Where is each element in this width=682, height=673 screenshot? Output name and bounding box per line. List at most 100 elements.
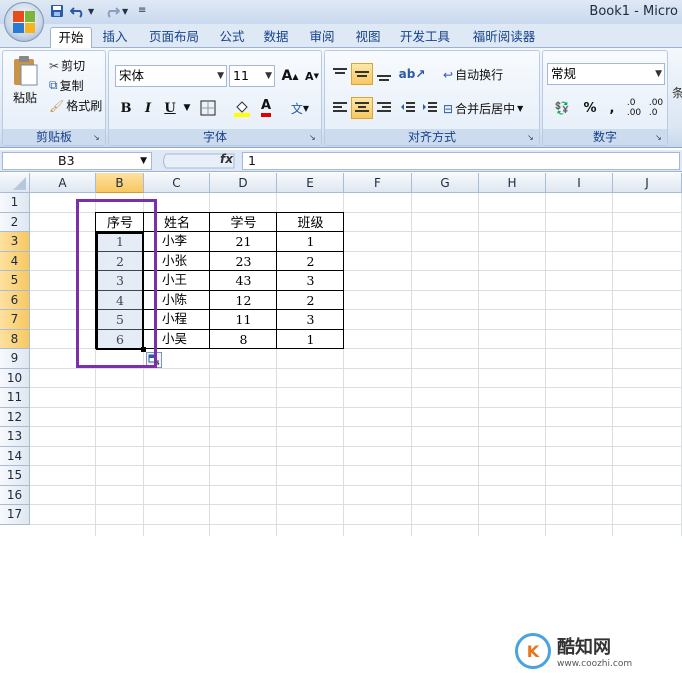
column-header-f[interactable]: F: [344, 173, 412, 193]
table-cell-id[interactable]: 8: [210, 330, 277, 350]
table-cell-class[interactable]: 2: [277, 291, 344, 311]
table-cell-id[interactable]: 43: [210, 271, 277, 291]
underline-dropdown-icon[interactable]: ▼: [181, 97, 193, 119]
row-header-16[interactable]: 16: [0, 485, 30, 505]
border-button[interactable]: [197, 97, 219, 119]
table-cell-class[interactable]: 1: [277, 330, 344, 350]
table-header-class[interactable]: 班级: [277, 213, 344, 233]
column-header-g[interactable]: G: [412, 173, 479, 193]
table-cell-id[interactable]: 23: [210, 252, 277, 272]
decrease-decimal-button[interactable]: .00.0: [645, 97, 667, 119]
format-painter-button[interactable]: 🖌 格式刷: [49, 97, 102, 114]
row-header-4[interactable]: 4: [0, 251, 30, 271]
formula-input[interactable]: 1: [242, 152, 680, 170]
copy-button[interactable]: ⧉ 复制: [49, 77, 84, 94]
font-color-button[interactable]: A: [255, 97, 277, 119]
align-bottom-button[interactable]: [373, 63, 395, 85]
font-size-select[interactable]: 11 ▼: [229, 65, 275, 87]
percent-button[interactable]: %: [579, 97, 601, 119]
tab-review[interactable]: 审阅: [304, 27, 340, 48]
column-header-a[interactable]: A: [30, 173, 96, 193]
wrap-text-button[interactable]: ↩ 自动换行: [443, 66, 503, 83]
row-header-3[interactable]: 3: [0, 232, 30, 252]
alignment-launcher-icon[interactable]: ↘: [527, 133, 537, 143]
number-format-select[interactable]: 常规 ▼: [547, 63, 665, 85]
paste-label: 粘贴: [12, 91, 37, 105]
align-center-button[interactable]: [351, 97, 373, 119]
number-launcher-icon[interactable]: ↘: [655, 133, 665, 143]
tab-insert[interactable]: 插入: [98, 27, 132, 48]
tab-page-layout[interactable]: 页面布局: [142, 27, 206, 48]
tab-foxit-reader[interactable]: 福昕阅读器: [464, 27, 544, 48]
row-header-17[interactable]: 17: [0, 505, 30, 525]
column-header-c[interactable]: C: [144, 173, 210, 193]
redo-icon[interactable]: [104, 4, 121, 21]
tab-developer[interactable]: 开发工具: [394, 27, 456, 48]
table-cell-class[interactable]: 1: [277, 232, 344, 252]
save-icon[interactable]: [50, 4, 64, 21]
shrink-font-button[interactable]: A ▼: [301, 65, 323, 87]
redo-dropdown-icon[interactable]: ▼: [122, 7, 128, 16]
orientation-button[interactable]: ab↗: [397, 63, 427, 85]
tab-formulas[interactable]: 公式: [214, 27, 250, 48]
row-header-13[interactable]: 13: [0, 427, 30, 447]
increase-indent-button[interactable]: [419, 97, 441, 119]
merge-center-button[interactable]: ⊟ 合并后居中 ▼: [443, 100, 523, 117]
row-header-11[interactable]: 11: [0, 388, 30, 408]
align-left-button[interactable]: [329, 97, 351, 119]
table-cell-id[interactable]: 11: [210, 310, 277, 330]
accounting-format-button[interactable]: 💱: [547, 97, 577, 119]
row-header-9[interactable]: 9: [0, 349, 30, 369]
table-cell-id[interactable]: 12: [210, 291, 277, 311]
paste-button[interactable]: 粘贴: [7, 55, 43, 106]
font-name-select[interactable]: 宋体 ▼: [115, 65, 227, 87]
row-header-14[interactable]: 14: [0, 446, 30, 466]
italic-button[interactable]: I: [137, 97, 159, 119]
align-top-button[interactable]: [329, 63, 351, 85]
tab-view[interactable]: 视图: [350, 27, 386, 48]
bold-button[interactable]: B: [115, 97, 137, 119]
row-header-6[interactable]: 6: [0, 290, 30, 310]
name-box[interactable]: B3 ▼: [2, 152, 152, 170]
row-header-7[interactable]: 7: [0, 310, 30, 330]
underline-button[interactable]: U: [159, 97, 181, 119]
column-header-j[interactable]: J: [613, 173, 682, 193]
increase-decimal-button[interactable]: .0.00: [623, 97, 645, 119]
row-header-2[interactable]: 2: [0, 212, 30, 232]
office-button[interactable]: [4, 2, 44, 42]
phonetic-button[interactable]: 文 ▼: [285, 97, 315, 119]
worksheet-grid[interactable]: ABCDEFGHIJ 1 2 3 4 5 6 7 8 9 10 11 12 13 14 15 16 17 序号姓…: [0, 173, 682, 669]
decrease-indent-button[interactable]: [397, 97, 419, 119]
table-cell-class[interactable]: 3: [277, 271, 344, 291]
row-header-1[interactable]: 1: [0, 193, 30, 213]
tab-data[interactable]: 数据: [258, 27, 294, 48]
align-middle-button[interactable]: [351, 63, 373, 85]
comma-button[interactable]: ,: [601, 97, 623, 119]
column-header-b[interactable]: B: [96, 173, 144, 193]
table-cell-id[interactable]: 21: [210, 232, 277, 252]
undo-dropdown-icon[interactable]: ▼: [88, 7, 94, 16]
row-header-8[interactable]: 8: [0, 329, 30, 349]
tab-home[interactable]: 开始: [50, 27, 92, 48]
table-cell-class[interactable]: 3: [277, 310, 344, 330]
row-header-10[interactable]: 10: [0, 368, 30, 388]
column-header-h[interactable]: H: [479, 173, 546, 193]
column-header-e[interactable]: E: [277, 173, 344, 193]
clipboard-launcher-icon[interactable]: ↘: [93, 133, 103, 143]
row-header-12[interactable]: 12: [0, 407, 30, 427]
grow-font-button[interactable]: A ▲: [279, 65, 301, 87]
font-launcher-icon[interactable]: ↘: [309, 133, 319, 143]
insert-function-icon[interactable]: fx: [220, 152, 233, 166]
align-right-button[interactable]: [373, 97, 395, 119]
undo-icon[interactable]: [69, 4, 86, 21]
customize-qat-icon[interactable]: ≡: [138, 5, 146, 16]
column-header-d[interactable]: D: [210, 173, 277, 193]
table-header-id[interactable]: 学号: [210, 213, 277, 233]
fill-color-button[interactable]: [231, 97, 253, 119]
table-cell-class[interactable]: 2: [277, 252, 344, 272]
row-header-15[interactable]: 15: [0, 466, 30, 486]
row-header-5[interactable]: 5: [0, 271, 30, 291]
column-header-i[interactable]: I: [546, 173, 613, 193]
select-all-corner[interactable]: [0, 173, 30, 193]
cut-button[interactable]: ✂ 剪切: [49, 57, 85, 74]
